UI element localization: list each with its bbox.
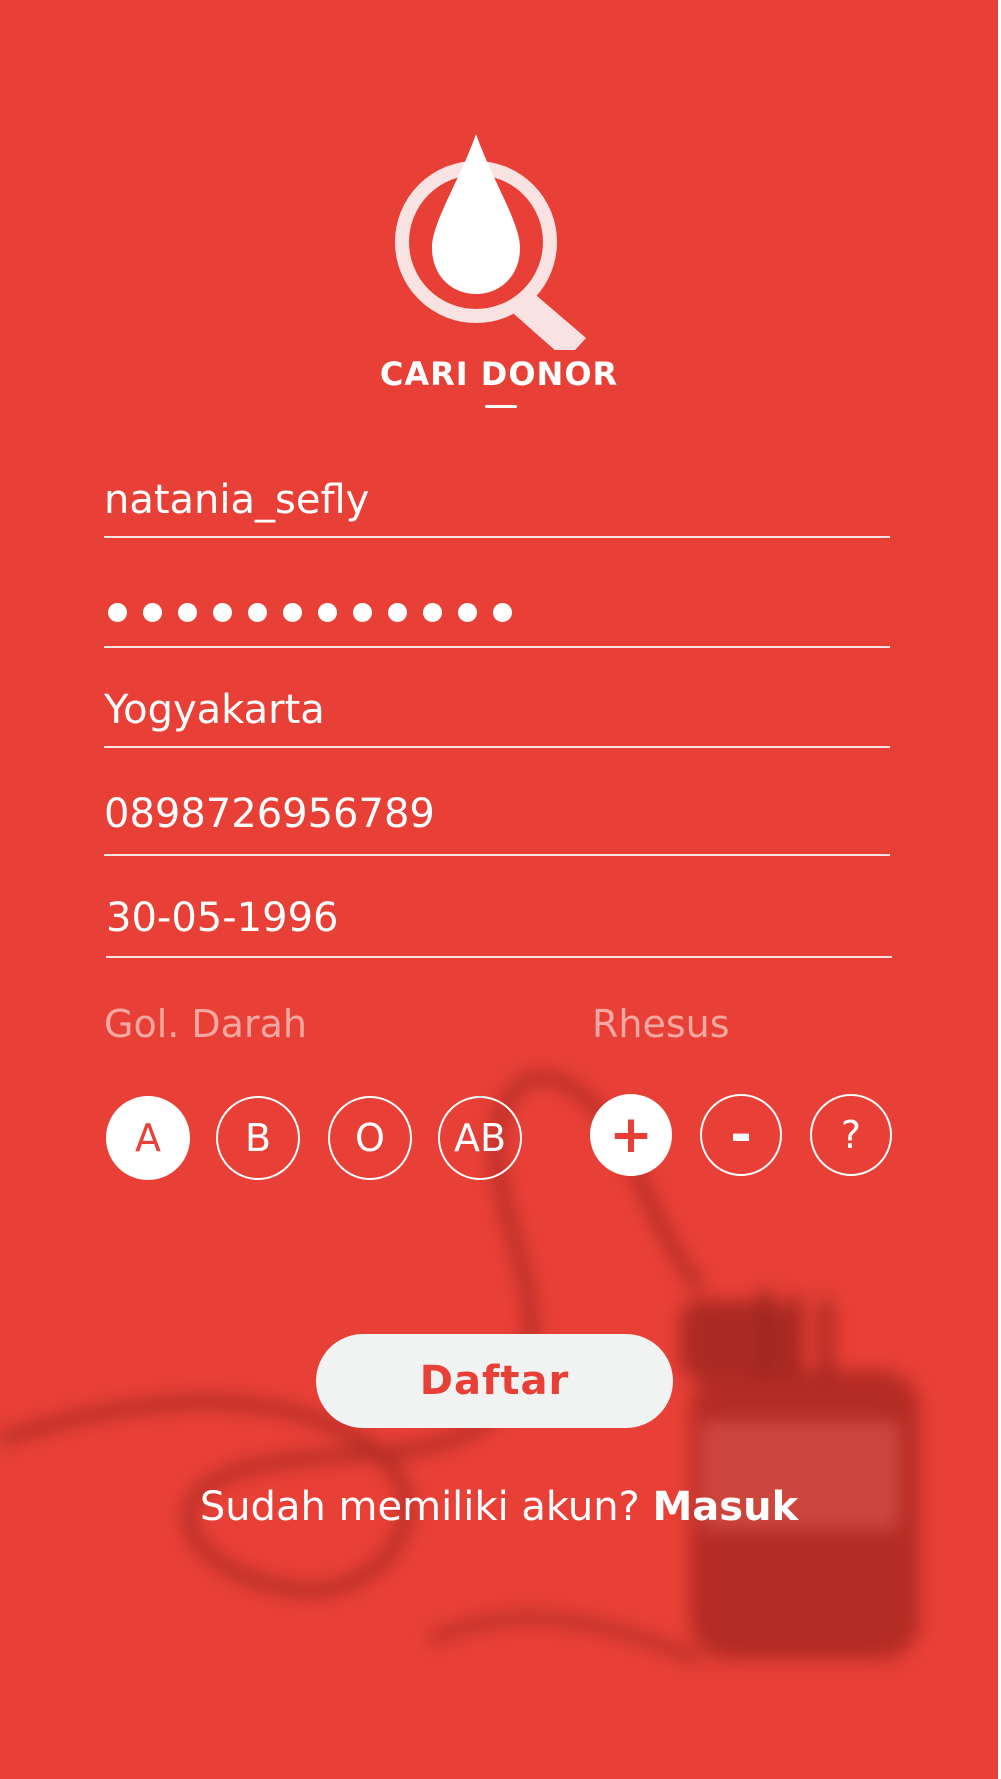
- login-prompt-text: Sudah memiliki akun?: [199, 1484, 640, 1530]
- register-button[interactable]: Daftar: [316, 1334, 673, 1428]
- username-field[interactable]: natania_sefly: [104, 476, 890, 538]
- password-dot: [143, 602, 162, 622]
- password-dot: [493, 602, 512, 622]
- password-dot: [423, 602, 442, 622]
- city-value: Yogyakarta: [104, 687, 325, 733]
- blood-type-option-a[interactable]: A: [106, 1096, 190, 1180]
- birthdate-value: 30-05-1996: [106, 895, 339, 941]
- password-dot: [248, 602, 267, 622]
- password-dot: [108, 602, 127, 622]
- password-dot: [178, 602, 197, 622]
- register-screen: CARI DONOR natania_sefly Yogyakarta 0898…: [0, 0, 998, 1779]
- password-dot: [283, 602, 302, 622]
- password-dot: [458, 602, 477, 622]
- blood-type-option-o[interactable]: O: [328, 1096, 412, 1180]
- rhesus-label: Rhesus: [592, 1002, 730, 1046]
- logo-underline-divider: [485, 405, 517, 408]
- password-dot: [318, 602, 337, 622]
- password-dot: [213, 602, 232, 622]
- city-field[interactable]: Yogyakarta: [104, 686, 890, 748]
- blood-type-option-ab[interactable]: AB: [438, 1096, 522, 1180]
- rhesus-option-positive[interactable]: +: [590, 1094, 672, 1176]
- password-mask: [104, 588, 890, 636]
- login-prompt: Sudah memiliki akun? Masuk: [0, 1482, 998, 1532]
- phone-value: 0898726956789: [104, 791, 435, 837]
- birthdate-field[interactable]: 30-05-1996: [106, 894, 892, 958]
- password-field[interactable]: [104, 588, 890, 648]
- app-logo-text: CARI DONOR: [379, 355, 619, 393]
- username-value: natania_sefly: [104, 477, 370, 523]
- phone-field[interactable]: 0898726956789: [104, 790, 890, 856]
- rhesus-option-negative[interactable]: -: [700, 1094, 782, 1176]
- blood-type-option-b[interactable]: B: [216, 1096, 300, 1180]
- password-dot: [353, 602, 372, 622]
- rhesus-option-unknown[interactable]: ?: [810, 1094, 892, 1176]
- login-link[interactable]: Masuk: [653, 1484, 799, 1530]
- password-dot: [388, 602, 407, 622]
- blood-type-label: Gol. Darah: [104, 1002, 307, 1046]
- blood-drop-search-logo-icon: [395, 134, 586, 350]
